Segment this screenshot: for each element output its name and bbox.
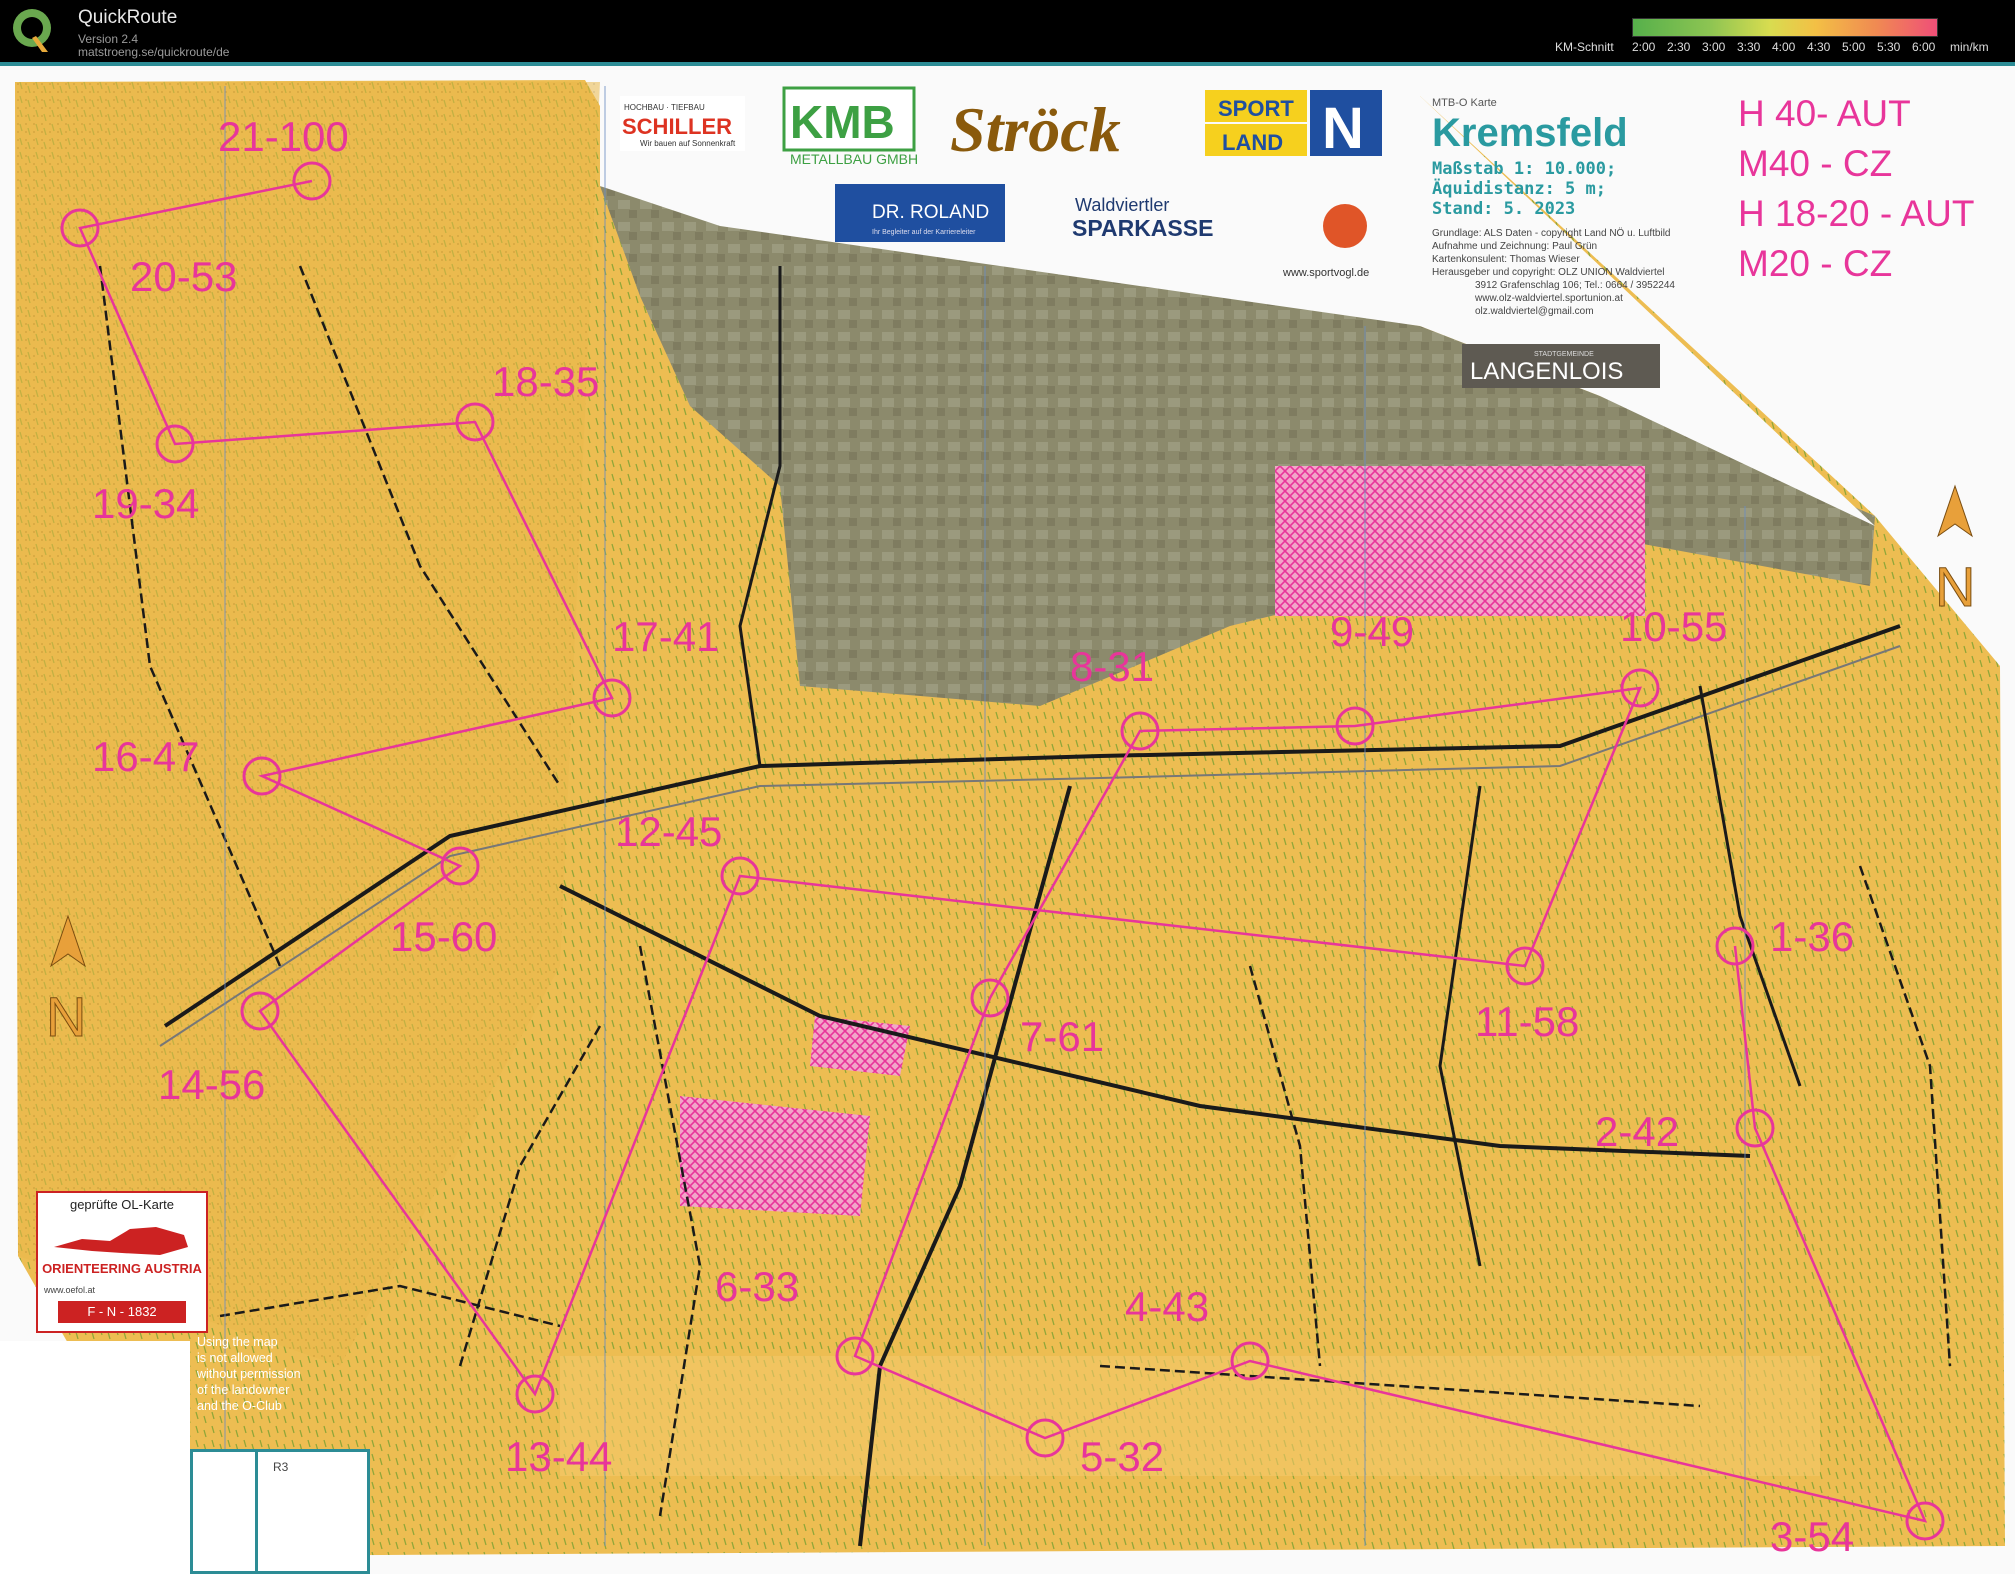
- control-label: 7-61: [1020, 1013, 1104, 1060]
- forbidden-area: [680, 1096, 870, 1216]
- svg-text:3912 Grafenschlag 106; Tel.: 0: 3912 Grafenschlag 106; Tel.: 0664 / 3952…: [1475, 280, 1675, 291]
- control-label: 10-55: [1620, 603, 1727, 650]
- control-label: 11-58: [1475, 998, 1579, 1045]
- control-label: 3-54: [1770, 1513, 1854, 1560]
- svg-text:Kremsfeld: Kremsfeld: [1432, 111, 1628, 155]
- speed-legend-label: KM-Schnitt: [1555, 40, 1614, 54]
- control-label: 20-53: [130, 253, 237, 300]
- control-label: 4-43: [1125, 1283, 1209, 1330]
- certification-web: www.oefol.at: [44, 1285, 96, 1295]
- speed-tick: 5:00: [1842, 40, 1866, 54]
- sponsor-sportland: SPORT LAND N: [1205, 90, 1382, 161]
- speed-tick: 4:00: [1772, 40, 1796, 54]
- speed-tick: 4:30: [1807, 40, 1831, 54]
- svg-text:Ihr Begleiter auf der Karriere: Ihr Begleiter auf der Karriereleiter: [872, 229, 976, 236]
- speed-color-scale: [1632, 18, 1938, 37]
- svg-text:HOCHBAU · TIEFBAU: HOCHBAU · TIEFBAU: [624, 103, 705, 112]
- map-viewport[interactable]: 1-36 2-42 3-54 4-43 5-32 6-33 7-61 8-31 …: [0, 62, 2015, 1574]
- svg-text:Maßstab 1: 10.000;: Maßstab 1: 10.000;: [1432, 159, 1616, 179]
- speed-tick: 2:30: [1667, 40, 1691, 54]
- control-label: 19-34: [92, 480, 199, 527]
- certification-title: geprüfte OL-Karte: [69, 1197, 175, 1212]
- map-lower-band: [560, 1356, 1820, 1476]
- control-label: 2-42: [1595, 1108, 1679, 1155]
- control-label: 8-31: [1070, 643, 1154, 690]
- svg-text:www.sportvogl.de: www.sportvogl.de: [1282, 267, 1369, 279]
- svg-text:LANGENLOIS: LANGENLOIS: [1470, 358, 1623, 385]
- certification-org: ORIENTEERING AUSTRIA: [42, 1261, 202, 1276]
- svg-text:KMB: KMB: [790, 96, 895, 148]
- svg-text:Wir bauen auf Sonnenkraft: Wir bauen auf Sonnenkraft: [640, 139, 736, 148]
- svg-text:DR. ROLAND: DR. ROLAND: [872, 202, 989, 223]
- app-url: matstroeng.se/quickroute/de: [78, 45, 230, 59]
- svg-text:M40 - CZ: M40 - CZ: [1738, 143, 1892, 184]
- svg-text:METALLBAU GMBH: METALLBAU GMBH: [790, 151, 918, 167]
- speed-legend-ticks: 2:00 2:30 3:00 3:30 4:00 4:30 5:00 5:30 …: [1632, 40, 2002, 56]
- speed-tick: 3:00: [1702, 40, 1726, 54]
- control-label: 9-49: [1330, 608, 1414, 655]
- svg-text:STADTGEMEINDE: STADTGEMEINDE: [1534, 351, 1594, 358]
- sponsor-kmb: KMB METALLBAU GMBH: [782, 86, 918, 167]
- control-label: 18-35: [492, 358, 599, 405]
- svg-text:H 40- AUT: H 40- AUT: [1738, 93, 1911, 134]
- svg-text:Herausgeber und copyright: OLZ: Herausgeber und copyright: OLZ UNION Wal…: [1432, 267, 1665, 278]
- title-bar: QuickRoute Version 2.4 matstroeng.se/qui…: [0, 0, 2015, 62]
- control-label: 12-45: [615, 808, 722, 855]
- info-box-divider: [255, 1452, 258, 1571]
- north-arrow-label: N: [46, 985, 86, 1048]
- quickroute-logo-icon: [13, 9, 51, 52]
- svg-text:Kartenkonsulent: Thomas Wieser: Kartenkonsulent: Thomas Wieser: [1432, 254, 1580, 265]
- control-label: 13-44: [505, 1433, 612, 1480]
- app-version: Version 2.4: [78, 32, 139, 46]
- info-box-label: R3: [273, 1460, 289, 1474]
- control-label: 6-33: [715, 1263, 799, 1310]
- speed-tick: 5:30: [1877, 40, 1901, 54]
- svg-text:SCHILLER: SCHILLER: [622, 114, 732, 139]
- speed-tick: 3:30: [1737, 40, 1761, 54]
- control-label: 21-100: [218, 113, 349, 160]
- control-label: 17-41: [612, 613, 719, 660]
- map-info-box: R3: [190, 1449, 370, 1574]
- control-label: 16-47: [92, 733, 199, 780]
- permission-notice: Using the map is not allowed without per…: [197, 1335, 301, 1413]
- svg-text:Aufnahme und Zeichnung: Paul G: Aufnahme und Zeichnung: Paul Grün: [1432, 241, 1597, 252]
- svg-text:LAND: LAND: [1222, 130, 1283, 155]
- svg-text:N: N: [1322, 96, 1364, 161]
- certification-code: F - N - 1832: [58, 1301, 186, 1323]
- speed-tick: 6:00: [1912, 40, 1936, 54]
- forbidden-area: [1275, 466, 1645, 616]
- svg-text:olz.waldviertel@gmail.com: olz.waldviertel@gmail.com: [1475, 306, 1594, 317]
- sponsor-stroeck: Ströck: [950, 94, 1121, 165]
- svg-text:SPORT: SPORT: [1218, 96, 1294, 121]
- blank-panel: [0, 1341, 190, 1574]
- speed-tick: 2:00: [1632, 40, 1656, 54]
- control-label: 5-32: [1080, 1433, 1164, 1480]
- svg-text:M20 - CZ: M20 - CZ: [1738, 243, 1892, 284]
- svg-text:Stand: 5. 2023: Stand: 5. 2023: [1432, 199, 1575, 219]
- control-label: 15-60: [390, 913, 497, 960]
- sponsor-roland: DR. ROLAND Ihr Begleiter auf der Karrier…: [835, 184, 1005, 242]
- speed-tick-unit: min/km: [1950, 40, 1989, 54]
- north-arrow-label: N: [1935, 555, 1975, 618]
- svg-text:Grundlage: ALS Daten - copyrig: Grundlage: ALS Daten - copyright Land NÖ…: [1432, 227, 1670, 239]
- town-sign: STADTGEMEINDE LANGENLOIS: [1462, 344, 1660, 388]
- svg-text:H 18-20 - AUT: H 18-20 - AUT: [1738, 193, 1974, 234]
- app-name: QuickRoute: [78, 7, 178, 28]
- certification-badge: geprüfte OL-Karte ORIENTEERING AUSTRIA w…: [36, 1191, 208, 1333]
- svg-text:MTB-O Karte: MTB-O Karte: [1432, 97, 1497, 109]
- svg-text:www.olz-waldviertel.sportunion: www.olz-waldviertel.sportunion.at: [1474, 293, 1623, 304]
- sponsor-schiller: HOCHBAU · TIEFBAU SCHILLER Wir bauen auf…: [620, 96, 745, 151]
- svg-text:Äquidistanz: 5 m;: Äquidistanz: 5 m;: [1432, 177, 1606, 199]
- svg-text:SPARKASSE: SPARKASSE: [1072, 215, 1213, 241]
- control-label: 1-36: [1770, 913, 1854, 960]
- austria-map-icon: [54, 1227, 188, 1255]
- svg-text:Waldviertler: Waldviertler: [1075, 195, 1169, 215]
- control-label: 14-56: [158, 1061, 265, 1108]
